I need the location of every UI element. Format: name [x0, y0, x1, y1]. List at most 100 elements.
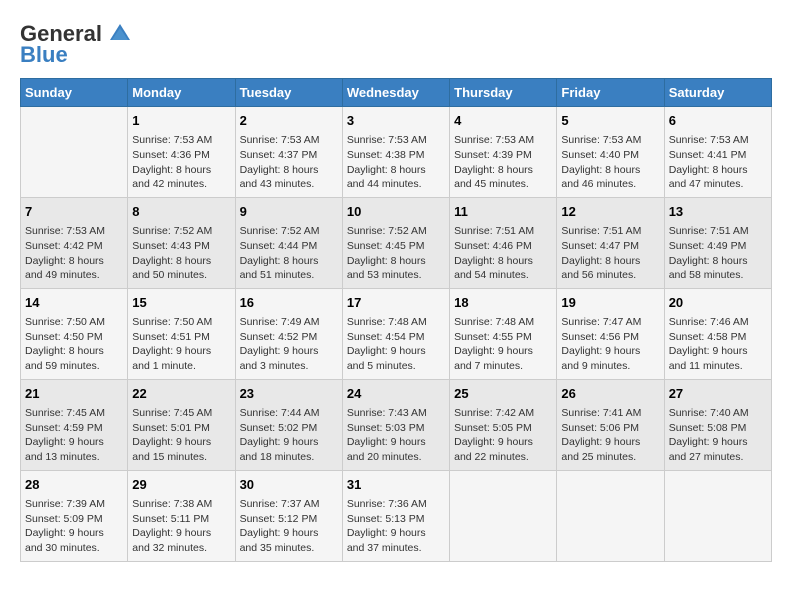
day-info: Sunrise: 7:41 AMSunset: 5:06 PMDaylight:…: [561, 406, 659, 465]
day-number: 23: [240, 385, 338, 403]
calendar-cell: [557, 470, 664, 561]
day-number: 13: [669, 203, 767, 221]
day-number: 19: [561, 294, 659, 312]
day-number: 16: [240, 294, 338, 312]
calendar-cell: 4 Sunrise: 7:53 AMSunset: 4:39 PMDaylight…: [450, 107, 557, 198]
calendar-cell: 2 Sunrise: 7:53 AMSunset: 4:37 PMDaylight…: [235, 107, 342, 198]
day-number: 9: [240, 203, 338, 221]
day-info: Sunrise: 7:53 AMSunset: 4:37 PMDaylight:…: [240, 133, 338, 192]
day-number: 8: [132, 203, 230, 221]
day-info: Sunrise: 7:45 AMSunset: 4:59 PMDaylight:…: [25, 406, 123, 465]
day-number: 25: [454, 385, 552, 403]
calendar-cell: 29 Sunrise: 7:38 AMSunset: 5:11 PMDayligh…: [128, 470, 235, 561]
day-number: 31: [347, 476, 445, 494]
day-number: 11: [454, 203, 552, 221]
day-number: 15: [132, 294, 230, 312]
day-number: 1: [132, 112, 230, 130]
day-number: 14: [25, 294, 123, 312]
calendar-cell: 14 Sunrise: 7:50 AMSunset: 4:50 PMDayligh…: [21, 288, 128, 379]
day-info: Sunrise: 7:50 AMSunset: 4:50 PMDaylight:…: [25, 315, 123, 374]
calendar-cell: 23 Sunrise: 7:44 AMSunset: 5:02 PMDayligh…: [235, 379, 342, 470]
day-info: Sunrise: 7:52 AMSunset: 4:45 PMDaylight:…: [347, 224, 445, 283]
weekday-header: Saturday: [664, 79, 771, 107]
calendar-cell: 12 Sunrise: 7:51 AMSunset: 4:47 PMDayligh…: [557, 197, 664, 288]
day-number: 26: [561, 385, 659, 403]
day-number: 18: [454, 294, 552, 312]
calendar-cell: 1 Sunrise: 7:53 AMSunset: 4:36 PMDaylight…: [128, 107, 235, 198]
calendar-cell: 16Sunrise: 7:49 AMSunset: 4:52 PMDayligh…: [235, 288, 342, 379]
day-info: Sunrise: 7:42 AMSunset: 5:05 PMDaylight:…: [454, 406, 552, 465]
day-info: Sunrise: 7:40 AMSunset: 5:08 PMDaylight:…: [669, 406, 767, 465]
calendar-cell: 25 Sunrise: 7:42 AMSunset: 5:05 PMDayligh…: [450, 379, 557, 470]
calendar-cell: 21 Sunrise: 7:45 AMSunset: 4:59 PMDayligh…: [21, 379, 128, 470]
weekday-header: Wednesday: [342, 79, 449, 107]
day-number: 6: [669, 112, 767, 130]
weekday-header: Tuesday: [235, 79, 342, 107]
calendar-week-row: 14 Sunrise: 7:50 AMSunset: 4:50 PMDayligh…: [21, 288, 772, 379]
day-number: 4: [454, 112, 552, 130]
calendar-cell: 18 Sunrise: 7:48 AMSunset: 4:55 PMDayligh…: [450, 288, 557, 379]
day-number: 10: [347, 203, 445, 221]
day-number: 21: [25, 385, 123, 403]
day-info: Sunrise: 7:53 AMSunset: 4:42 PMDaylight:…: [25, 224, 123, 283]
day-info: Sunrise: 7:53 AMSunset: 4:40 PMDaylight:…: [561, 133, 659, 192]
calendar-cell: 31Sunrise: 7:36 AMSunset: 5:13 PMDayligh…: [342, 470, 449, 561]
calendar-cell: [450, 470, 557, 561]
day-info: Sunrise: 7:43 AMSunset: 5:03 PMDaylight:…: [347, 406, 445, 465]
calendar-week-row: 1 Sunrise: 7:53 AMSunset: 4:36 PMDaylight…: [21, 107, 772, 198]
calendar-week-row: 21 Sunrise: 7:45 AMSunset: 4:59 PMDayligh…: [21, 379, 772, 470]
day-number: 22: [132, 385, 230, 403]
calendar-cell: 27 Sunrise: 7:40 AMSunset: 5:08 PMDayligh…: [664, 379, 771, 470]
calendar-cell: 5Sunrise: 7:53 AMSunset: 4:40 PMDaylight…: [557, 107, 664, 198]
calendar-cell: 10 Sunrise: 7:52 AMSunset: 4:45 PMDayligh…: [342, 197, 449, 288]
day-info: Sunrise: 7:38 AMSunset: 5:11 PMDaylight:…: [132, 497, 230, 556]
calendar-cell: 9 Sunrise: 7:52 AMSunset: 4:44 PMDaylight…: [235, 197, 342, 288]
day-info: Sunrise: 7:53 AMSunset: 4:38 PMDaylight:…: [347, 133, 445, 192]
calendar-table: SundayMondayTuesdayWednesdayThursdayFrid…: [20, 78, 772, 562]
day-info: Sunrise: 7:53 AMSunset: 4:36 PMDaylight:…: [132, 133, 230, 192]
calendar-cell: 11 Sunrise: 7:51 AMSunset: 4:46 PMDayligh…: [450, 197, 557, 288]
day-number: 3: [347, 112, 445, 130]
weekday-header: Monday: [128, 79, 235, 107]
day-number: 30: [240, 476, 338, 494]
day-number: 7: [25, 203, 123, 221]
calendar-cell: 28 Sunrise: 7:39 AMSunset: 5:09 PMDayligh…: [21, 470, 128, 561]
calendar-cell: 17 Sunrise: 7:48 AMSunset: 4:54 PMDayligh…: [342, 288, 449, 379]
day-info: Sunrise: 7:48 AMSunset: 4:54 PMDaylight:…: [347, 315, 445, 374]
day-number: 12: [561, 203, 659, 221]
calendar-cell: 19 Sunrise: 7:47 AMSunset: 4:56 PMDayligh…: [557, 288, 664, 379]
day-info: Sunrise: 7:46 AMSunset: 4:58 PMDaylight:…: [669, 315, 767, 374]
day-info: Sunrise: 7:50 AMSunset: 4:51 PMDaylight:…: [132, 315, 230, 374]
day-info: Sunrise: 7:47 AMSunset: 4:56 PMDaylight:…: [561, 315, 659, 374]
calendar-cell: [21, 107, 128, 198]
day-info: Sunrise: 7:53 AMSunset: 4:41 PMDaylight:…: [669, 133, 767, 192]
calendar-cell: 3 Sunrise: 7:53 AMSunset: 4:38 PMDaylight…: [342, 107, 449, 198]
day-number: 2: [240, 112, 338, 130]
day-info: Sunrise: 7:39 AMSunset: 5:09 PMDaylight:…: [25, 497, 123, 556]
calendar-cell: 26 Sunrise: 7:41 AMSunset: 5:06 PMDayligh…: [557, 379, 664, 470]
day-info: Sunrise: 7:51 AMSunset: 4:47 PMDaylight:…: [561, 224, 659, 283]
day-info: Sunrise: 7:52 AMSunset: 4:44 PMDaylight:…: [240, 224, 338, 283]
calendar-cell: 15 Sunrise: 7:50 AMSunset: 4:51 PMDayligh…: [128, 288, 235, 379]
day-number: 29: [132, 476, 230, 494]
day-number: 27: [669, 385, 767, 403]
calendar-header-row: SundayMondayTuesdayWednesdayThursdayFrid…: [21, 79, 772, 107]
day-number: 17: [347, 294, 445, 312]
day-info: Sunrise: 7:48 AMSunset: 4:55 PMDaylight:…: [454, 315, 552, 374]
calendar-cell: 24 Sunrise: 7:43 AMSunset: 5:03 PMDayligh…: [342, 379, 449, 470]
day-info: Sunrise: 7:51 AMSunset: 4:46 PMDaylight:…: [454, 224, 552, 283]
calendar-week-row: 28 Sunrise: 7:39 AMSunset: 5:09 PMDayligh…: [21, 470, 772, 561]
calendar-cell: 13 Sunrise: 7:51 AMSunset: 4:49 PMDayligh…: [664, 197, 771, 288]
calendar-week-row: 7 Sunrise: 7:53 AMSunset: 4:42 PMDaylight…: [21, 197, 772, 288]
day-info: Sunrise: 7:52 AMSunset: 4:43 PMDaylight:…: [132, 224, 230, 283]
day-number: 28: [25, 476, 123, 494]
calendar-cell: 8 Sunrise: 7:52 AMSunset: 4:43 PMDaylight…: [128, 197, 235, 288]
day-number: 24: [347, 385, 445, 403]
weekday-header: Friday: [557, 79, 664, 107]
day-info: Sunrise: 7:53 AMSunset: 4:39 PMDaylight:…: [454, 133, 552, 192]
logo-icon: [106, 20, 134, 48]
weekday-header: Thursday: [450, 79, 557, 107]
day-info: Sunrise: 7:51 AMSunset: 4:49 PMDaylight:…: [669, 224, 767, 283]
day-info: Sunrise: 7:44 AMSunset: 5:02 PMDaylight:…: [240, 406, 338, 465]
calendar-cell: 7 Sunrise: 7:53 AMSunset: 4:42 PMDaylight…: [21, 197, 128, 288]
